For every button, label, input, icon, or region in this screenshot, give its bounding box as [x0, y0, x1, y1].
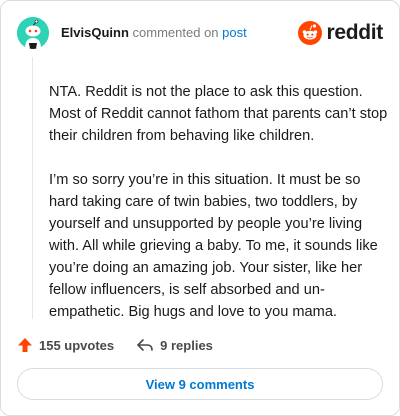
comment-header: ElvisQuinn commented on post reddit [17, 17, 383, 49]
reddit-alien-icon [298, 21, 323, 45]
username-link[interactable]: ElvisQuinn [61, 25, 129, 40]
thread-line[interactable] [32, 57, 33, 319]
upvote-button[interactable]: 155 upvotes [17, 337, 114, 353]
action-text: commented on [132, 25, 219, 40]
comment-body: NTA. Reddit is not the place to ask this… [49, 81, 389, 345]
comment-meta: ElvisQuinn commented on post [61, 25, 247, 41]
reddit-logo[interactable]: reddit [298, 19, 383, 47]
comment-paragraph: NTA. Reddit is not the place to ask this… [49, 84, 388, 144]
comment-actions: 155 upvotes 9 replies [17, 335, 235, 355]
comment-paragraph: I’m so sorry you’re in this situation. I… [49, 172, 378, 320]
post-link[interactable]: post [222, 25, 247, 40]
reply-arrow-icon [137, 339, 153, 351]
reply-button[interactable]: 9 replies [136, 337, 213, 353]
comment-card: ElvisQuinn commented on post reddit NTA.… [0, 0, 400, 416]
brand-wordmark: reddit [326, 21, 383, 44]
reply-count: 9 replies [160, 337, 213, 353]
upvote-arrow-icon [18, 338, 32, 352]
avatar[interactable] [17, 17, 49, 49]
upvote-count: 155 upvotes [39, 337, 115, 353]
view-comments-button[interactable]: View 9 comments [17, 368, 383, 400]
snoo-avatar-icon [17, 17, 49, 49]
